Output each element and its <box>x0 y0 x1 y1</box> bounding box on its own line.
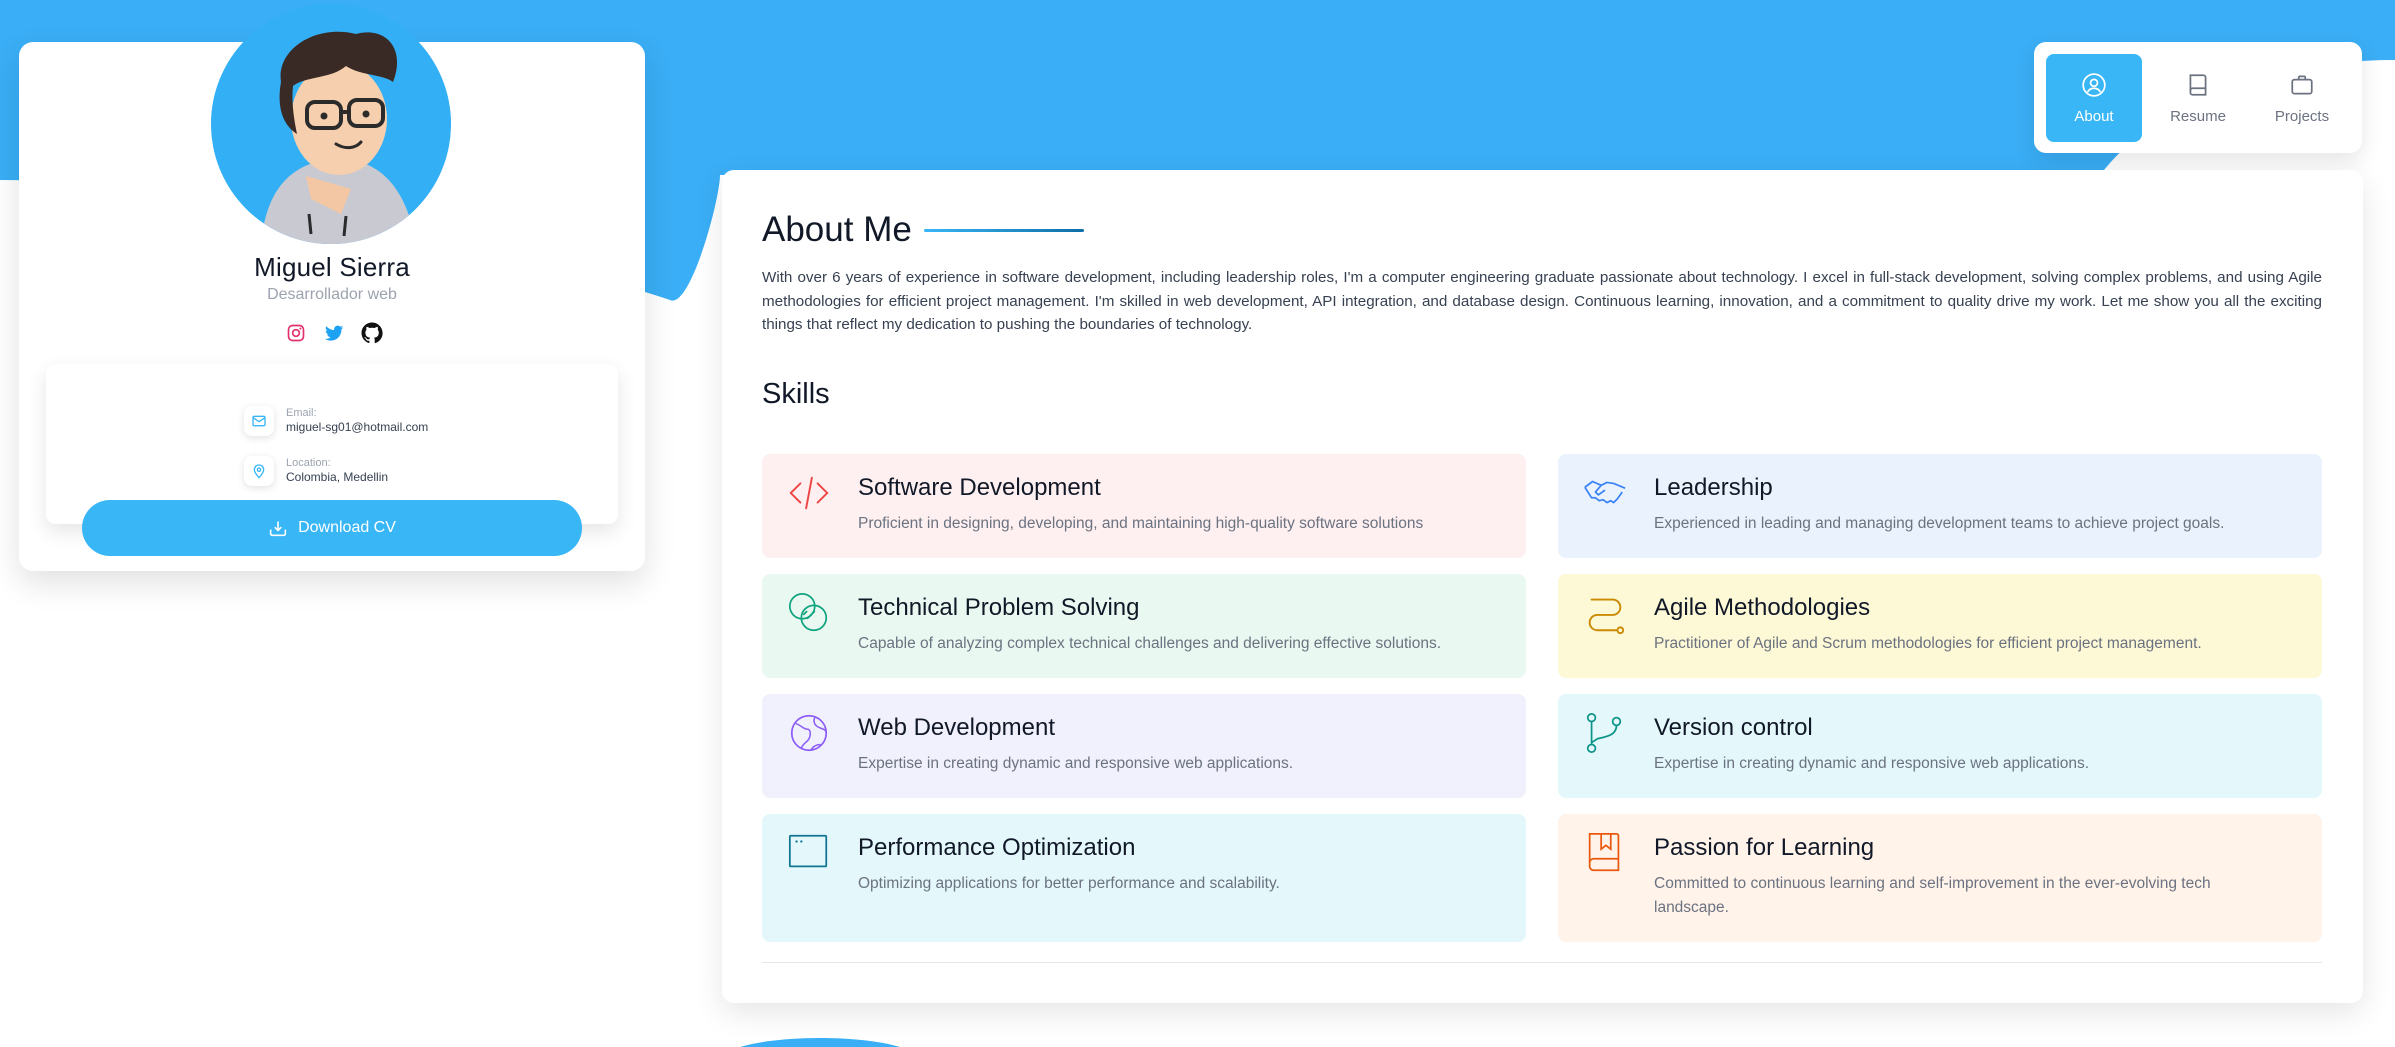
skill-desc: Practitioner of Agile and Scrum methodol… <box>1654 635 2202 652</box>
skill-title: Leadership <box>1654 474 1773 501</box>
about-card: About Me With over 6 years of experience… <box>722 170 2363 1003</box>
browser-window-icon <box>788 834 828 868</box>
email-value[interactable]: miguel-sg01@hotmail.com <box>286 420 428 435</box>
skill-title: Technical Problem Solving <box>858 594 1140 621</box>
skill-desc: Expertise in creating dynamic and respon… <box>858 755 1294 772</box>
profile-card: Miguel Sierra Desarrollador web Email: m… <box>19 4 645 571</box>
skill-title: Passion for Learning <box>1654 834 1875 861</box>
intersect-circles-icon <box>788 592 828 632</box>
skill-card-leadership: Leadership Experienced in leading and ma… <box>1558 454 2322 558</box>
skill-card-agile: Agile Methodologies Practitioner of Agil… <box>1558 574 2322 678</box>
contact-email: Email: miguel-sg01@hotmail.com <box>244 406 428 436</box>
skill-card-learning: Passion for Learning Committed to contin… <box>1558 814 2322 942</box>
location-label: Location: <box>286 457 331 469</box>
skill-title: Performance Optimization <box>858 834 1136 861</box>
skill-title: Web Development <box>858 714 1055 741</box>
skill-desc: Expertise in creating dynamic and respon… <box>1654 755 2090 772</box>
section-nav: About Resume Projects <box>2034 42 2362 153</box>
bookmark-book-icon <box>1588 832 1620 872</box>
skill-card-software-development: Software Development Proficient in desig… <box>762 454 1526 558</box>
instagram-icon[interactable] <box>284 321 308 345</box>
skill-desc: Experienced in leading and managing deve… <box>1654 515 2225 532</box>
skill-card-version-control: Version control Expertise in creating dy… <box>1558 694 2322 798</box>
skill-desc: Proficient in designing, developing, and… <box>858 515 1424 532</box>
globe-icon <box>790 714 828 752</box>
title-underline <box>923 228 1084 232</box>
profile-name: Miguel Sierra <box>254 252 410 282</box>
book-icon <box>2189 73 2207 96</box>
map-pin-icon <box>244 456 274 486</box>
nav-about[interactable]: About <box>2046 54 2142 142</box>
twitter-icon[interactable] <box>322 321 346 345</box>
briefcase-icon <box>2291 74 2313 95</box>
skill-title: Software Development <box>858 474 1101 501</box>
profile-role: Desarrollador web <box>267 286 397 303</box>
skill-card-web-development: Web Development Expertise in creating dy… <box>762 694 1526 798</box>
code-icon <box>789 476 829 510</box>
divider <box>762 962 2322 963</box>
skill-desc: Optimizing applications for better perfo… <box>858 875 1280 892</box>
email-label: Email: <box>286 407 317 419</box>
avatar <box>211 4 451 244</box>
nav-resume[interactable]: Resume <box>2150 54 2246 142</box>
git-branch-icon <box>1586 712 1622 754</box>
mail-icon <box>244 406 274 436</box>
social-links <box>284 318 384 348</box>
skills-title: Skills <box>762 378 830 410</box>
nav-projects-label: Projects <box>2274 107 2330 125</box>
nav-about-label: About <box>2074 107 2114 125</box>
download-cv-button[interactable]: Download CV <box>82 500 582 556</box>
about-heading: About Me <box>762 210 1084 250</box>
handshake-icon <box>1584 480 1626 504</box>
github-icon[interactable] <box>360 321 384 345</box>
location-value: Colombia, Medellin <box>286 470 389 484</box>
contact-location: Location: Colombia, Medellin <box>244 456 388 486</box>
skill-card-problem-solving: Technical Problem Solving Capable of ana… <box>762 574 1526 678</box>
about-paragraph: With over 6 years of experience in softw… <box>762 269 2322 333</box>
nav-resume-label: Resume <box>2170 107 2226 125</box>
skill-desc: Capable of analyzing complex technical c… <box>858 635 1442 652</box>
skill-card-performance: Performance Optimization Optimizing appl… <box>762 814 1526 942</box>
download-cv-label: Download CV <box>298 519 396 536</box>
user-circle-icon <box>2082 72 2106 97</box>
route-icon <box>1588 598 1625 635</box>
skill-title: Version control <box>1654 714 1813 741</box>
download-icon <box>269 521 287 537</box>
about-title: About Me <box>762 210 912 249</box>
skill-desc: Committed to continuous learning and sel… <box>1654 875 2211 916</box>
skill-title: Agile Methodologies <box>1654 594 1871 621</box>
nav-projects[interactable]: Projects <box>2254 54 2350 142</box>
cartoon-avatar-icon <box>211 4 451 244</box>
